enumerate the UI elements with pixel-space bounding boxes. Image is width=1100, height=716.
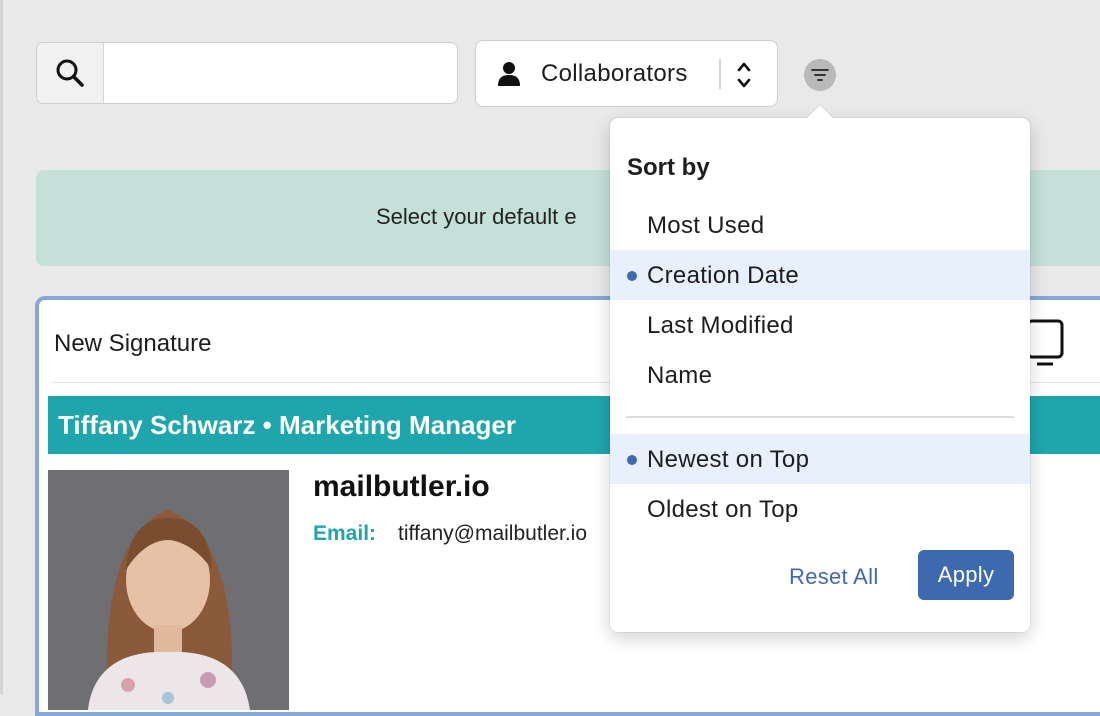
apply-button[interactable]: Apply (918, 550, 1014, 600)
window-edge (0, 0, 3, 694)
signature-header-text: Tiffany Schwarz • Marketing Manager (58, 410, 516, 440)
popover-arrow (807, 105, 833, 131)
banner-text: Select your default e (376, 204, 577, 229)
profile-photo (48, 470, 289, 710)
order-option-newest[interactable]: Newest on Top (610, 434, 1030, 484)
company-domain: mailbutler.io (313, 470, 490, 503)
reset-all-button[interactable]: Reset All (789, 564, 879, 590)
chevron-updown-icon[interactable] (736, 59, 752, 91)
search-icon-cell[interactable] (37, 43, 104, 103)
collaborators-select[interactable]: Collaborators (475, 40, 778, 107)
sort-option-name[interactable]: Name (610, 350, 1030, 400)
sort-option-label: Most Used (647, 212, 765, 239)
collaborators-label: Collaborators (541, 59, 688, 87)
popover-divider (626, 416, 1014, 418)
filter-icon (811, 69, 829, 81)
order-option-oldest[interactable]: Oldest on Top (610, 484, 1030, 534)
sort-option-label: Last Modified (647, 312, 794, 339)
sort-option-creation-date[interactable]: Creation Date (610, 250, 1030, 300)
selected-dot-icon (627, 271, 637, 281)
sort-popover: Sort by Most Used Creation Date Last Mod… (610, 105, 1030, 632)
search-input[interactable] (104, 43, 457, 103)
search-icon (56, 59, 84, 87)
sort-option-label: Creation Date (647, 262, 799, 289)
email-value: tiffany@mailbutler.io (398, 522, 588, 545)
person-icon (498, 61, 520, 86)
sort-option-label: Name (647, 362, 713, 389)
order-option-label: Newest on Top (647, 446, 810, 473)
email-label: Email: (313, 522, 377, 545)
order-option-label: Oldest on Top (647, 496, 799, 523)
monitor-icon[interactable] (1025, 318, 1065, 368)
sort-option-last-modified[interactable]: Last Modified (610, 300, 1030, 350)
sort-by-heading: Sort by (627, 154, 710, 181)
selected-dot-icon (627, 455, 637, 465)
sort-filter-button[interactable] (804, 59, 836, 91)
select-separator (719, 59, 721, 89)
search-box[interactable] (36, 42, 458, 104)
sort-option-most-used[interactable]: Most Used (610, 200, 1030, 250)
signature-name: New Signature (54, 330, 212, 357)
